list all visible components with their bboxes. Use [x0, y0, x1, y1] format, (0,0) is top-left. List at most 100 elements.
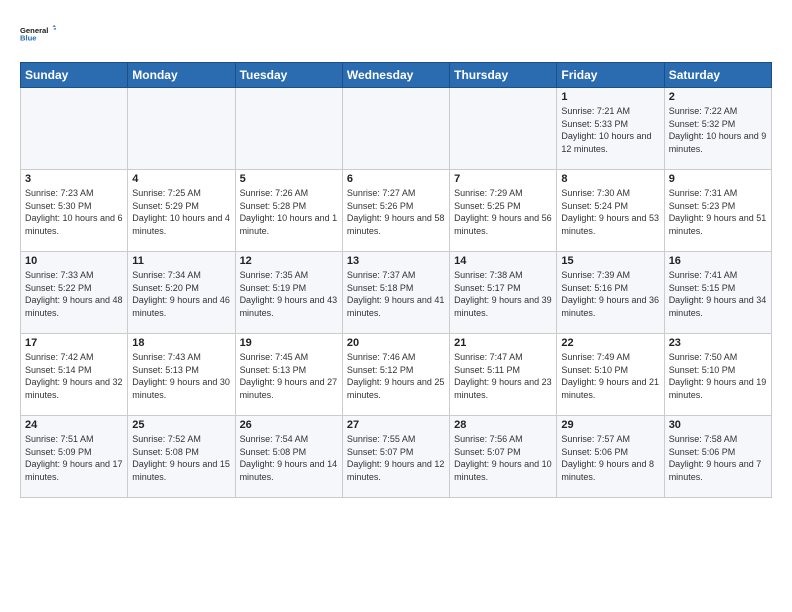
- day-info: Sunrise: 7:33 AM Sunset: 5:22 PM Dayligh…: [25, 269, 123, 319]
- calendar-page: General Blue SundayMondayTuesdayWednesda…: [0, 0, 792, 508]
- table-cell: 13 Sunrise: 7:37 AM Sunset: 5:18 PM Dayli…: [342, 252, 449, 334]
- day-info: Sunrise: 7:47 AM Sunset: 5:11 PM Dayligh…: [454, 351, 552, 401]
- day-number: 12: [240, 255, 338, 267]
- day-info: Sunrise: 7:41 AM Sunset: 5:15 PM Dayligh…: [669, 269, 767, 319]
- day-number: 29: [561, 419, 659, 431]
- table-cell: 21 Sunrise: 7:47 AM Sunset: 5:11 PM Dayli…: [450, 334, 557, 416]
- table-cell: 3 Sunrise: 7:23 AM Sunset: 5:30 PM Daylig…: [21, 170, 128, 252]
- day-number: 9: [669, 173, 767, 185]
- table-cell: 11Sunrise: 7:34 AM Sunset: 5:20 PM Dayli…: [128, 252, 235, 334]
- svg-text:Blue: Blue: [20, 33, 37, 42]
- day-number: 13: [347, 255, 445, 267]
- day-info: Sunrise: 7:25 AM Sunset: 5:29 PM Dayligh…: [132, 187, 230, 237]
- day-info: Sunrise: 7:51 AM Sunset: 5:09 PM Dayligh…: [25, 433, 123, 483]
- table-cell: [21, 88, 128, 170]
- day-number: 3: [25, 173, 123, 185]
- day-number: 30: [669, 419, 767, 431]
- header-day-friday: Friday: [557, 63, 664, 88]
- day-info: Sunrise: 7:30 AM Sunset: 5:24 PM Dayligh…: [561, 187, 659, 237]
- day-number: 10: [25, 255, 123, 267]
- day-number: 5: [240, 173, 338, 185]
- day-number: 2: [669, 91, 767, 103]
- day-info: Sunrise: 7:22 AM Sunset: 5:32 PM Dayligh…: [669, 105, 767, 155]
- day-number: 26: [240, 419, 338, 431]
- day-info: Sunrise: 7:26 AM Sunset: 5:28 PM Dayligh…: [240, 187, 338, 237]
- day-number: 21: [454, 337, 552, 349]
- day-number: 28: [454, 419, 552, 431]
- table-cell: 27 Sunrise: 7:55 AM Sunset: 5:07 PM Dayli…: [342, 416, 449, 498]
- day-info: Sunrise: 7:55 AM Sunset: 5:07 PM Dayligh…: [347, 433, 445, 483]
- table-cell: [342, 88, 449, 170]
- table-cell: 25 Sunrise: 7:52 AM Sunset: 5:08 PM Dayli…: [128, 416, 235, 498]
- day-number: 11: [132, 255, 230, 267]
- table-cell: 22Sunrise: 7:49 AM Sunset: 5:10 PM Dayli…: [557, 334, 664, 416]
- table-cell: 10 Sunrise: 7:33 AM Sunset: 5:22 PM Dayli…: [21, 252, 128, 334]
- week-row-1: 1 Sunrise: 7:21 AM Sunset: 5:33 PM Daylig…: [21, 88, 772, 170]
- day-info: Sunrise: 7:39 AM Sunset: 5:16 PM Dayligh…: [561, 269, 659, 319]
- day-number: 16: [669, 255, 767, 267]
- day-number: 27: [347, 419, 445, 431]
- table-cell: 7Sunrise: 7:29 AM Sunset: 5:25 PM Daylig…: [450, 170, 557, 252]
- table-cell: 17 Sunrise: 7:42 AM Sunset: 5:14 PM Dayli…: [21, 334, 128, 416]
- day-number: 24: [25, 419, 123, 431]
- header-day-sunday: Sunday: [21, 63, 128, 88]
- table-cell: 26 Sunrise: 7:54 AM Sunset: 5:08 PM Dayli…: [235, 416, 342, 498]
- table-cell: 8Sunrise: 7:30 AM Sunset: 5:24 PM Daylig…: [557, 170, 664, 252]
- day-info: Sunrise: 7:21 AM Sunset: 5:33 PM Dayligh…: [561, 105, 659, 155]
- header-row: SundayMondayTuesdayWednesdayThursdayFrid…: [21, 63, 772, 88]
- header-day-monday: Monday: [128, 63, 235, 88]
- day-info: Sunrise: 7:43 AM Sunset: 5:13 PM Dayligh…: [132, 351, 230, 401]
- day-info: Sunrise: 7:38 AM Sunset: 5:17 PM Dayligh…: [454, 269, 552, 319]
- table-cell: 18Sunrise: 7:43 AM Sunset: 5:13 PM Dayli…: [128, 334, 235, 416]
- header: General Blue: [20, 16, 772, 52]
- table-cell: 4 Sunrise: 7:25 AM Sunset: 5:29 PM Daylig…: [128, 170, 235, 252]
- day-info: Sunrise: 7:42 AM Sunset: 5:14 PM Dayligh…: [25, 351, 123, 401]
- table-cell: 20 Sunrise: 7:46 AM Sunset: 5:12 PM Dayli…: [342, 334, 449, 416]
- day-info: Sunrise: 7:23 AM Sunset: 5:30 PM Dayligh…: [25, 187, 123, 237]
- day-number: 1: [561, 91, 659, 103]
- table-cell: 23Sunrise: 7:50 AM Sunset: 5:10 PM Dayli…: [664, 334, 771, 416]
- week-row-4: 17 Sunrise: 7:42 AM Sunset: 5:14 PM Dayli…: [21, 334, 772, 416]
- header-day-saturday: Saturday: [664, 63, 771, 88]
- table-cell: 19Sunrise: 7:45 AM Sunset: 5:13 PM Dayli…: [235, 334, 342, 416]
- day-info: Sunrise: 7:58 AM Sunset: 5:06 PM Dayligh…: [669, 433, 767, 483]
- day-info: Sunrise: 7:31 AM Sunset: 5:23 PM Dayligh…: [669, 187, 767, 237]
- week-row-2: 3 Sunrise: 7:23 AM Sunset: 5:30 PM Daylig…: [21, 170, 772, 252]
- calendar-table: SundayMondayTuesdayWednesdayThursdayFrid…: [20, 62, 772, 498]
- table-cell: 6 Sunrise: 7:27 AM Sunset: 5:26 PM Daylig…: [342, 170, 449, 252]
- day-info: Sunrise: 7:29 AM Sunset: 5:25 PM Dayligh…: [454, 187, 552, 237]
- day-info: Sunrise: 7:50 AM Sunset: 5:10 PM Dayligh…: [669, 351, 767, 401]
- table-cell: 15Sunrise: 7:39 AM Sunset: 5:16 PM Dayli…: [557, 252, 664, 334]
- day-number: 6: [347, 173, 445, 185]
- table-cell: 2 Sunrise: 7:22 AM Sunset: 5:32 PM Daylig…: [664, 88, 771, 170]
- table-cell: 9 Sunrise: 7:31 AM Sunset: 5:23 PM Daylig…: [664, 170, 771, 252]
- header-day-tuesday: Tuesday: [235, 63, 342, 88]
- day-info: Sunrise: 7:45 AM Sunset: 5:13 PM Dayligh…: [240, 351, 338, 401]
- header-day-wednesday: Wednesday: [342, 63, 449, 88]
- day-number: 4: [132, 173, 230, 185]
- day-info: Sunrise: 7:52 AM Sunset: 5:08 PM Dayligh…: [132, 433, 230, 483]
- table-cell: 14Sunrise: 7:38 AM Sunset: 5:17 PM Dayli…: [450, 252, 557, 334]
- day-info: Sunrise: 7:37 AM Sunset: 5:18 PM Dayligh…: [347, 269, 445, 319]
- table-cell: 28 Sunrise: 7:56 AM Sunset: 5:07 PM Dayli…: [450, 416, 557, 498]
- day-info: Sunrise: 7:27 AM Sunset: 5:26 PM Dayligh…: [347, 187, 445, 237]
- day-number: 17: [25, 337, 123, 349]
- table-cell: [128, 88, 235, 170]
- week-row-3: 10 Sunrise: 7:33 AM Sunset: 5:22 PM Dayli…: [21, 252, 772, 334]
- day-number: 22: [561, 337, 659, 349]
- day-number: 20: [347, 337, 445, 349]
- logo-svg: General Blue: [20, 16, 56, 52]
- day-info: Sunrise: 7:46 AM Sunset: 5:12 PM Dayligh…: [347, 351, 445, 401]
- table-cell: 12 Sunrise: 7:35 AM Sunset: 5:19 PM Dayli…: [235, 252, 342, 334]
- day-info: Sunrise: 7:56 AM Sunset: 5:07 PM Dayligh…: [454, 433, 552, 483]
- table-cell: 24 Sunrise: 7:51 AM Sunset: 5:09 PM Dayli…: [21, 416, 128, 498]
- day-number: 25: [132, 419, 230, 431]
- day-info: Sunrise: 7:35 AM Sunset: 5:19 PM Dayligh…: [240, 269, 338, 319]
- day-info: Sunrise: 7:54 AM Sunset: 5:08 PM Dayligh…: [240, 433, 338, 483]
- table-cell: 30 Sunrise: 7:58 AM Sunset: 5:06 PM Dayli…: [664, 416, 771, 498]
- week-row-5: 24 Sunrise: 7:51 AM Sunset: 5:09 PM Dayli…: [21, 416, 772, 498]
- table-cell: 5 Sunrise: 7:26 AM Sunset: 5:28 PM Daylig…: [235, 170, 342, 252]
- day-info: Sunrise: 7:57 AM Sunset: 5:06 PM Dayligh…: [561, 433, 659, 483]
- table-cell: 1 Sunrise: 7:21 AM Sunset: 5:33 PM Daylig…: [557, 88, 664, 170]
- header-day-thursday: Thursday: [450, 63, 557, 88]
